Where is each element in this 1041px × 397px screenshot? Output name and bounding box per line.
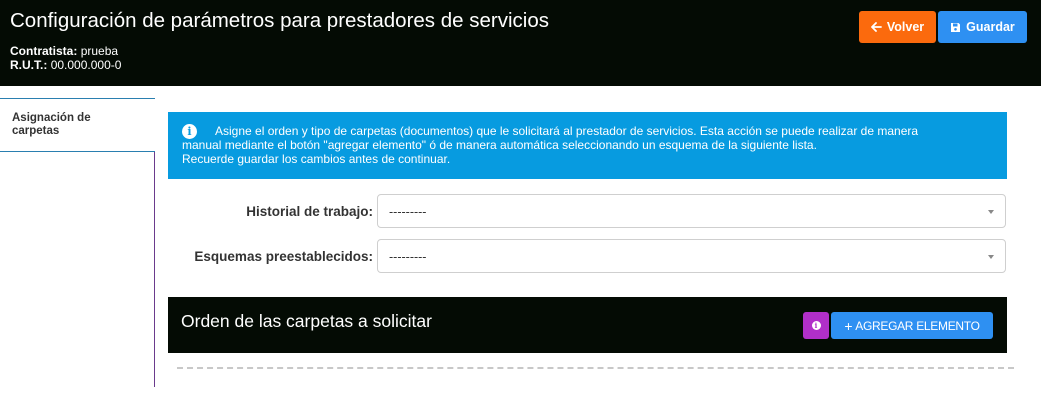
- rut-value: 00.000.000-0: [50, 58, 122, 72]
- page-header: Configuración de parámetros para prestad…: [0, 0, 1041, 86]
- plus-icon: +: [844, 317, 853, 334]
- rut-label: R.U.T.:: [10, 58, 48, 72]
- floppy-disk-icon: [951, 22, 961, 32]
- info-icon: i: [182, 124, 197, 139]
- back-button[interactable]: Volver: [859, 11, 936, 43]
- info-icon: i: [811, 321, 821, 330]
- historial-select-value: ---------: [389, 205, 427, 219]
- sidebar-item-label-line1: Asignación de: [12, 112, 91, 124]
- sidebar-item-label-line2: carpetas: [12, 125, 60, 137]
- esquemas-select[interactable]: ---------: [377, 239, 1006, 273]
- help-button[interactable]: i: [803, 312, 829, 339]
- esquemas-row: Esquemas preestablecidos: ---------: [168, 239, 1007, 273]
- info-text-line1: Asigne el orden y tipo de carpetas (docu…: [215, 124, 919, 138]
- add-element-button[interactable]: + AGREGAR ELEMENTO: [831, 312, 993, 339]
- esquemas-label: Esquemas preestablecidos:: [194, 249, 373, 264]
- rut-row: R.U.T.: 00.000.000-0: [10, 58, 121, 72]
- contratista-row: Contratista: prueba: [10, 44, 121, 58]
- historial-row: Historial de trabajo: ---------: [168, 194, 1007, 228]
- chevron-down-icon: [988, 210, 994, 214]
- historial-select[interactable]: ---------: [377, 194, 1006, 228]
- info-text-line2: manual mediante el botón "agregar elemen…: [182, 138, 817, 152]
- info-alert: i Asigne el orden y tipo de carpetas (do…: [168, 112, 1007, 179]
- info-text-line3: Recuerde guardar los cambios antes de co…: [182, 152, 451, 166]
- esquemas-select-value: ---------: [389, 250, 427, 264]
- contratista-value: prueba: [80, 44, 119, 58]
- sidebar-item-asignacion-carpetas[interactable]: Asignación de carpetas: [0, 98, 155, 152]
- save-button-label: Guardar: [966, 20, 1015, 34]
- divider: [177, 367, 1014, 369]
- arrow-left-icon: [870, 22, 882, 32]
- panel-title: Orden de las carpetas a solicitar: [181, 311, 432, 331]
- contratista-label: Contratista:: [10, 44, 78, 58]
- folders-panel-header: Orden de las carpetas a solicitar i + AG…: [168, 297, 1007, 353]
- page-title: Configuración de parámetros para prestad…: [10, 9, 549, 32]
- chevron-down-icon: [988, 255, 994, 259]
- back-button-label: Volver: [886, 20, 925, 34]
- add-element-label: AGREGAR ELEMENTO: [855, 318, 980, 333]
- contractor-info: Contratista: prueba R.U.T.: 00.000.000-0: [10, 44, 121, 72]
- sidebar: Asignación de carpetas: [0, 98, 155, 387]
- save-button[interactable]: Guardar: [938, 11, 1027, 43]
- historial-label: Historial de trabajo:: [246, 204, 373, 219]
